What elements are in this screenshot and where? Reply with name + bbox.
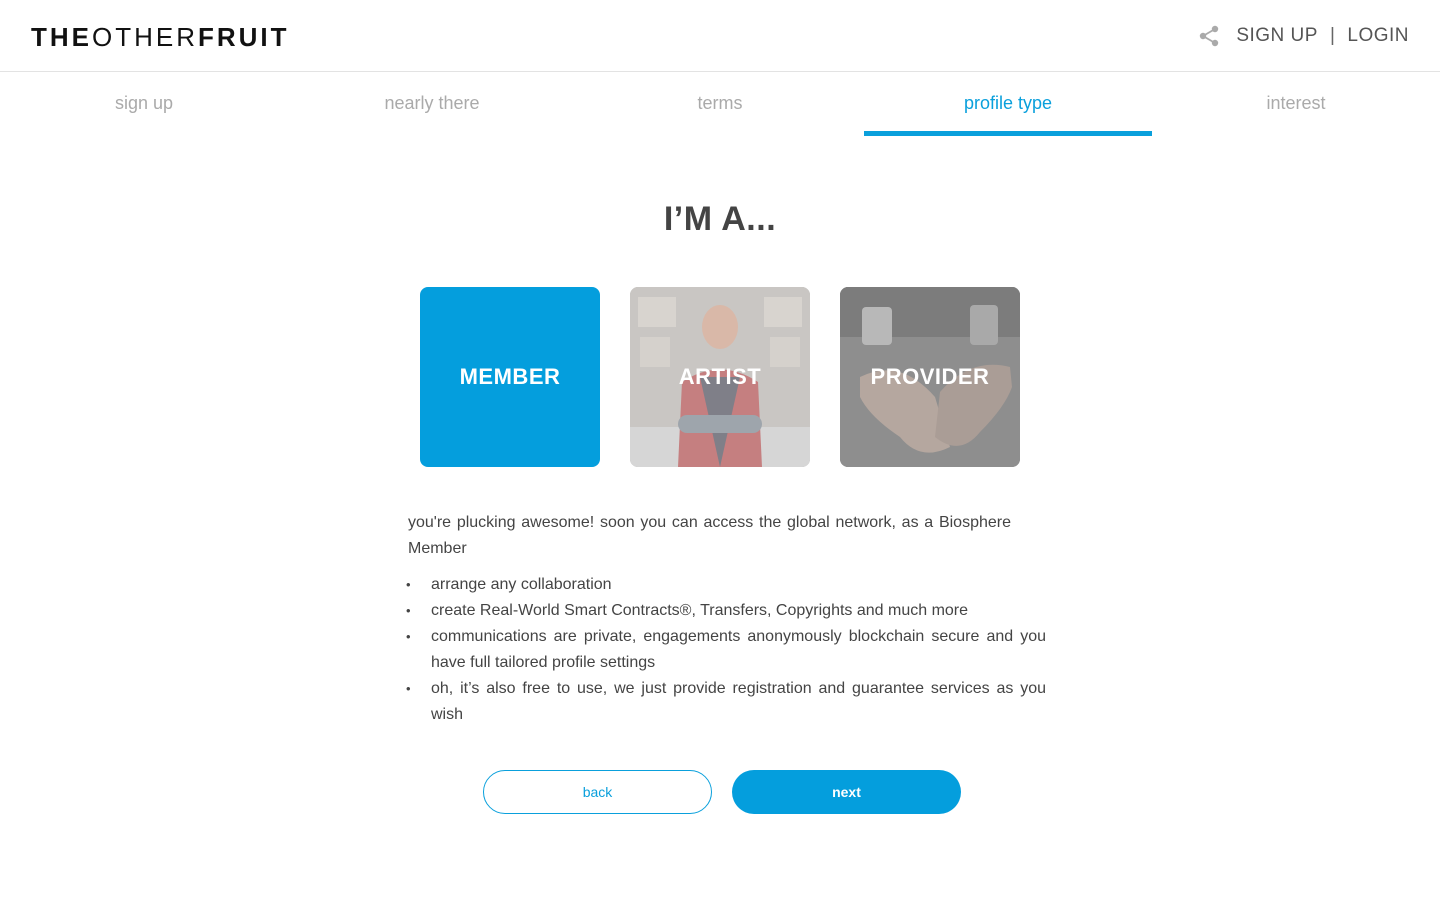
profile-card-provider[interactable]: PROVIDER [840, 287, 1020, 467]
list-item: communications are private, engagements … [406, 624, 1046, 676]
list-item: oh, it’s also free to use, we just provi… [406, 676, 1046, 728]
step-profile-type[interactable]: profile type [864, 73, 1152, 136]
top-header: THEOTHERFRUIT SIGN UP | LOGIN [0, 0, 1440, 72]
step-terms[interactable]: terms [576, 73, 864, 136]
signup-link[interactable]: SIGN UP [1236, 25, 1318, 46]
logo-part-other: OTHER [92, 22, 198, 52]
card-label-provider: PROVIDER [870, 364, 990, 389]
next-button[interactable]: next [732, 770, 961, 814]
page-title: I’M A... [663, 200, 777, 238]
card-label-member: MEMBER [459, 364, 561, 389]
share-icon[interactable] [1197, 24, 1221, 48]
progress-steps: sign up nearly there terms profile type … [0, 73, 1440, 136]
profile-card-artist[interactable]: ARTIST [630, 287, 810, 467]
auth-links: SIGN UP | LOGIN [1236, 24, 1409, 48]
step-sign-up[interactable]: sign up [0, 73, 288, 136]
logo-part-the: THE [31, 22, 92, 52]
login-link[interactable]: LOGIN [1347, 25, 1409, 46]
brand-logo[interactable]: THEOTHERFRUIT [31, 22, 290, 52]
logo-part-fruit: FRUIT [198, 22, 290, 52]
list-item: create Real-World Smart Contracts®, Tran… [406, 598, 1046, 624]
benefits-list: arrange any collaboration create Real-Wo… [406, 572, 1046, 728]
card-label-artist: ARTIST [678, 364, 762, 389]
step-nearly-there[interactable]: nearly there [288, 73, 576, 136]
list-item: arrange any collaboration [406, 572, 1046, 598]
profile-description: you're plucking awesome! soon you can ac… [408, 514, 1011, 557]
step-interest[interactable]: interest [1152, 73, 1440, 136]
auth-separator: | [1329, 25, 1336, 46]
back-button[interactable]: back [483, 770, 712, 814]
profile-card-member[interactable]: MEMBER [420, 287, 600, 467]
